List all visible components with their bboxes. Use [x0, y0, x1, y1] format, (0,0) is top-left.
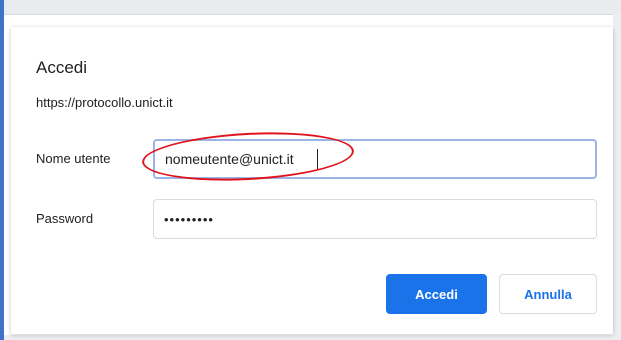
window-bottom-edge [4, 335, 621, 340]
site-origin: https://protocollo.unict.it [36, 95, 173, 110]
cancel-button[interactable]: Annulla [499, 274, 597, 314]
dialog-title: Accedi [36, 58, 88, 77]
login-button[interactable]: Accedi [386, 274, 487, 314]
password-label: Password [36, 211, 94, 226]
window-top-bar [4, 0, 621, 15]
window-left-edge [0, 0, 4, 340]
username-label: Nome utente [36, 151, 111, 166]
login-dialog: Accedi https://protocollo.unict.it Nome … [11, 27, 613, 334]
window-right-edge [613, 14, 621, 340]
text-cursor [317, 149, 318, 169]
password-input[interactable] [153, 199, 597, 239]
username-input[interactable] [153, 139, 597, 179]
